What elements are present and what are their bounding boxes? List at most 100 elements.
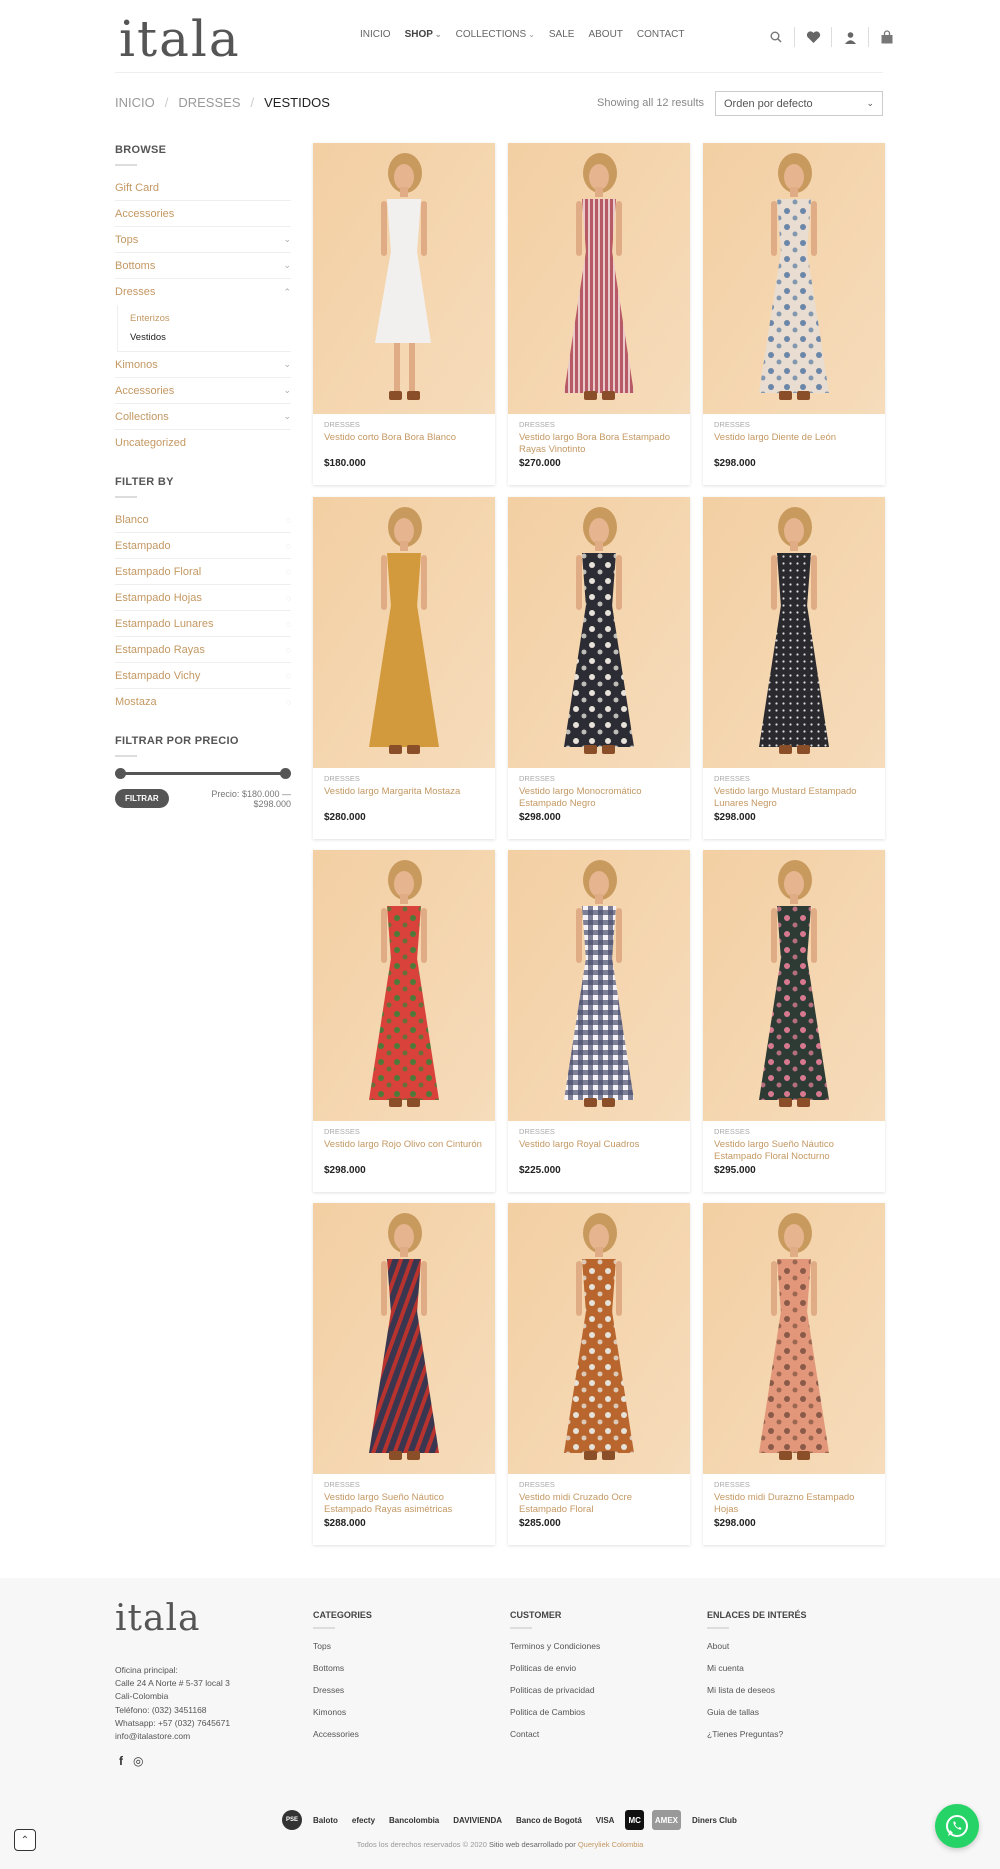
slider-handle-max[interactable] (280, 768, 291, 779)
chevron-down-icon[interactable]: ⌄ (283, 234, 291, 245)
chevron-down-icon[interactable]: ⌄ (283, 385, 291, 396)
footer-link[interactable]: Accessories (313, 1729, 483, 1751)
breadcrumb-inicio[interactable]: INICIO (115, 95, 155, 110)
product-title[interactable]: Vestido largo Royal Cuadros (519, 1139, 679, 1165)
back-to-top-button[interactable]: ⌃ (14, 1829, 36, 1851)
product-card[interactable]: DRESSES Vestido largo Diente de León $29… (703, 143, 885, 485)
footer-link[interactable]: ¿Tienes Preguntas? (707, 1729, 877, 1751)
product-title[interactable]: Vestido largo Diente de León (714, 432, 874, 458)
filter-item[interactable]: Estampado Vichy ◌ (115, 663, 291, 689)
filter-item[interactable]: Mostaza ◌ (115, 689, 291, 715)
product-card[interactable]: DRESSES Vestido largo Bora Bora Estampad… (508, 143, 690, 485)
filter-item[interactable]: Estampado Hojas ◌ (115, 585, 291, 611)
subcategory-vestidos[interactable]: Vestidos (130, 328, 291, 347)
product-title[interactable]: Vestido largo Bora Bora Estampado Rayas … (519, 432, 679, 458)
product-title[interactable]: Vestido largo Sueño Náutico Estampado Fl… (714, 1139, 874, 1165)
bag-icon[interactable] (869, 25, 905, 49)
filter-item[interactable]: Estampado Floral ◌ (115, 559, 291, 585)
category-tops[interactable]: Tops ⌄ (115, 227, 291, 253)
footer-link[interactable]: Guia de tallas (707, 1707, 877, 1729)
product-card[interactable]: DRESSES Vestido largo Mustard Estampado … (703, 497, 885, 839)
nav-item-inicio[interactable]: INICIO (360, 29, 391, 40)
product-image[interactable] (703, 143, 885, 414)
product-card[interactable]: DRESSES Vestido largo Rojo Olivo con Cin… (313, 850, 495, 1192)
chevron-down-icon[interactable]: ⌄ (283, 411, 291, 422)
product-title[interactable]: Vestido midi Durazno Estampado Hojas (714, 1492, 874, 1518)
product-card[interactable]: DRESSES Vestido midi Durazno Estampado H… (703, 1203, 885, 1545)
product-card[interactable]: DRESSES Vestido largo Sueño Náutico Esta… (703, 850, 885, 1192)
product-title[interactable]: Vestido largo Mustard Estampado Lunares … (714, 786, 874, 812)
developer-link[interactable]: Queryliek Colombia (578, 1840, 643, 1849)
product-image[interactable] (508, 497, 690, 768)
footer-link[interactable]: Kimonos (313, 1707, 483, 1729)
chevron-down-icon[interactable]: ⌄ (283, 359, 291, 370)
product-card[interactable]: DRESSES Vestido corto Bora Bora Blanco $… (313, 143, 495, 485)
product-image[interactable] (313, 1203, 495, 1474)
nav-item-contact[interactable]: CONTACT (637, 29, 685, 40)
product-image[interactable] (703, 497, 885, 768)
category-accessories-2[interactable]: Accessories ⌄ (115, 378, 291, 404)
footer-link[interactable]: Politicas de envio (510, 1663, 680, 1685)
product-card[interactable]: DRESSES Vestido largo Sueño Náutico Esta… (313, 1203, 495, 1545)
slider-handle-min[interactable] (115, 768, 126, 779)
nav-item-about[interactable]: ABOUT (588, 29, 622, 40)
site-logo[interactable]: itala (119, 14, 241, 64)
product-image[interactable] (313, 143, 495, 414)
category-bottoms[interactable]: Bottoms ⌄ (115, 253, 291, 279)
product-title[interactable]: Vestido corto Bora Bora Blanco (324, 432, 484, 458)
nav-item-collections[interactable]: COLLECTIONS ⌄ (456, 29, 535, 40)
footer-link[interactable]: About (707, 1641, 877, 1663)
footer-link[interactable]: Politica de Cambios (510, 1707, 680, 1729)
nav-item-shop[interactable]: SHOP ⌄ (405, 29, 442, 40)
facebook-icon[interactable]: f (119, 1754, 123, 1768)
category-collections[interactable]: Collections ⌄ (115, 404, 291, 430)
category-accessories[interactable]: Accessories (115, 201, 291, 227)
footer-link[interactable]: Dresses (313, 1685, 483, 1707)
footer-link[interactable]: Bottoms (313, 1663, 483, 1685)
filter-item[interactable]: Estampado Lunares ◌ (115, 611, 291, 637)
product-image[interactable] (703, 1203, 885, 1474)
filter-item[interactable]: Estampado ◌ (115, 533, 291, 559)
product-image[interactable] (313, 497, 495, 768)
product-title[interactable]: Vestido largo Monocromático Estampado Ne… (519, 786, 679, 812)
product-image[interactable] (703, 850, 885, 1121)
footer-link[interactable]: Terminos y Condiciones (510, 1641, 680, 1663)
product-image[interactable] (508, 143, 690, 414)
footer-link[interactable]: Mi lista de deseos (707, 1685, 877, 1707)
footer-link[interactable]: Tops (313, 1641, 483, 1663)
product-card[interactable]: DRESSES Vestido largo Margarita Mostaza … (313, 497, 495, 839)
category-gift-card[interactable]: Gift Card (115, 175, 291, 201)
price-range-slider[interactable] (115, 766, 291, 780)
filter-item[interactable]: Estampado Rayas ◌ (115, 637, 291, 663)
filter-item[interactable]: Blanco ◌ (115, 507, 291, 533)
nav-item-sale[interactable]: SALE (549, 29, 575, 40)
sort-select[interactable]: Orden por defecto ⌄ (715, 91, 883, 116)
product-title[interactable]: Vestido midi Cruzado Ocre Estampado Flor… (519, 1492, 679, 1518)
product-image[interactable] (508, 850, 690, 1121)
chevron-down-icon[interactable]: ⌄ (283, 260, 291, 271)
search-icon[interactable] (758, 25, 794, 49)
user-icon[interactable] (832, 25, 868, 49)
footer-link[interactable]: Contact (510, 1729, 680, 1751)
chevron-up-icon[interactable]: ⌃ (283, 287, 291, 298)
heart-icon[interactable] (795, 25, 831, 49)
product-image[interactable] (313, 850, 495, 1121)
product-title[interactable]: Vestido largo Rojo Olivo con Cinturón (324, 1139, 484, 1165)
product-card[interactable]: DRESSES Vestido midi Cruzado Ocre Estamp… (508, 1203, 690, 1545)
category-uncategorized[interactable]: Uncategorized (115, 430, 291, 456)
product-title[interactable]: Vestido largo Margarita Mostaza (324, 786, 484, 812)
product-image[interactable] (508, 1203, 690, 1474)
address-line[interactable]: info@italastore.com (115, 1730, 230, 1743)
product-title[interactable]: Vestido largo Sueño Náutico Estampado Ra… (324, 1492, 484, 1518)
filter-button[interactable]: FILTRAR (115, 789, 169, 808)
footer-link[interactable]: Politicas de privacidad (510, 1685, 680, 1707)
instagram-icon[interactable]: ◎ (133, 1754, 143, 1768)
footer-logo[interactable]: itala (115, 1598, 200, 1639)
footer-link[interactable]: Mi cuenta (707, 1663, 877, 1685)
product-card[interactable]: DRESSES Vestido largo Monocromático Esta… (508, 497, 690, 839)
category-kimonos[interactable]: Kimonos ⌄ (115, 352, 291, 378)
whatsapp-button[interactable] (935, 1804, 979, 1848)
subcategory-enterizos[interactable]: Enterizos (130, 309, 291, 328)
category-dresses[interactable]: Dresses ⌃ (115, 279, 291, 305)
product-card[interactable]: DRESSES Vestido largo Royal Cuadros $225… (508, 850, 690, 1192)
